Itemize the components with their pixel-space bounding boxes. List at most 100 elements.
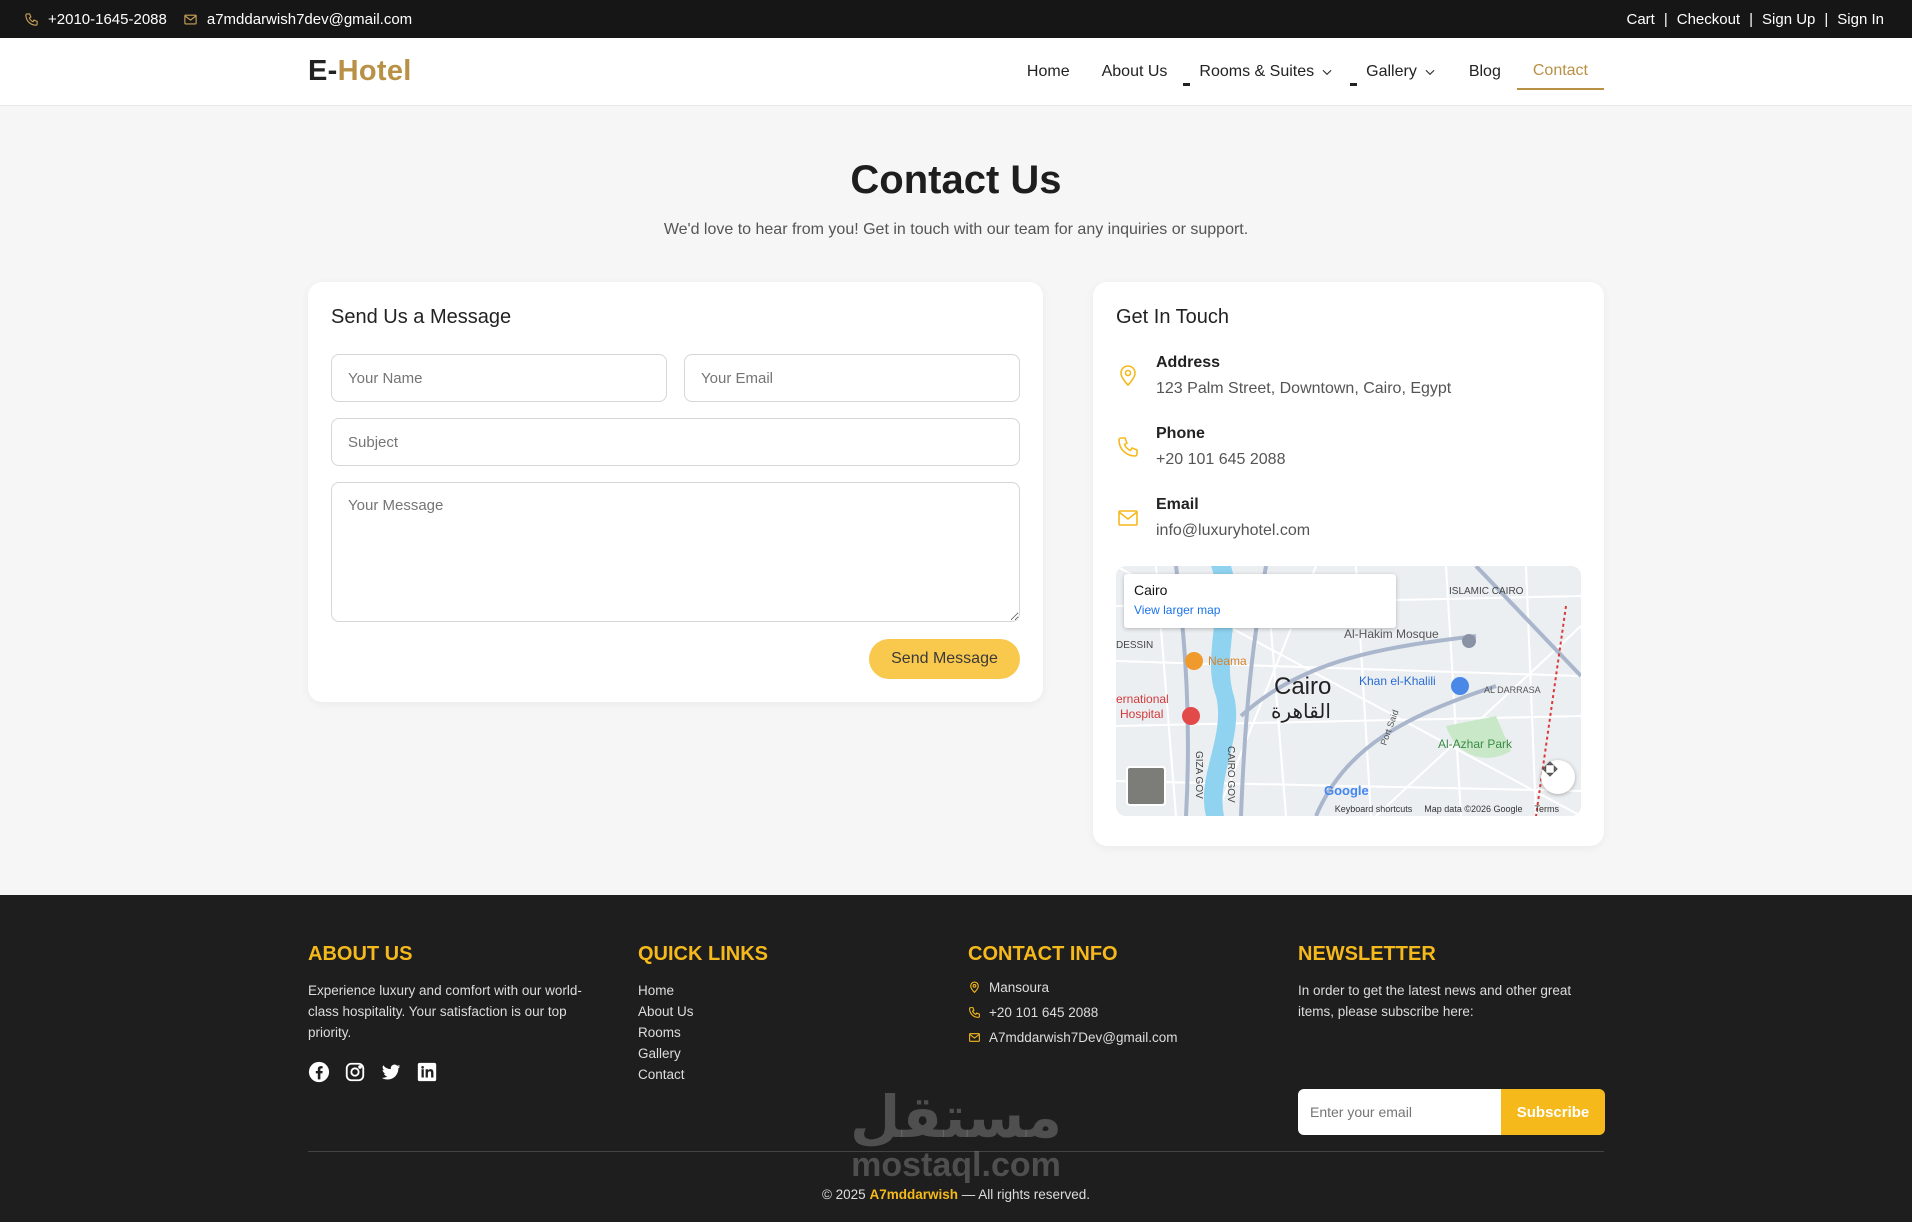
map-place: AL DARRASA <box>1484 685 1541 695</box>
email-label: Email <box>1156 496 1199 513</box>
envelope-icon <box>184 14 197 24</box>
top-bar: +2010-1645-2088 a7mddarwish7dev@gmail.co… <box>0 0 1912 38</box>
footer-newsletter-title: NEWSLETTER <box>1298 943 1436 965</box>
footer-phone-text: +20 101 645 2088 <box>989 1005 1099 1020</box>
phone-icon <box>1118 437 1138 457</box>
map-terms-link[interactable]: Terms <box>1535 804 1560 814</box>
logo-prefix: E- <box>308 55 338 87</box>
nav-contact-label: Contact <box>1532 62 1588 79</box>
nav-gallery[interactable]: Gallery <box>1350 54 1453 90</box>
map-place: Khan el-Khalili <box>1359 674 1436 688</box>
footer-about: ABOUT US Experience luxury and comfort w… <box>308 943 608 1083</box>
sign-in-link[interactable]: Sign In <box>1837 11 1884 28</box>
copyright-suffix: — All rights reserved. <box>961 1187 1091 1202</box>
newsletter-email-input[interactable] <box>1298 1089 1501 1135</box>
email-value: info@luxuryhotel.com <box>1156 522 1311 539</box>
address-label: Address <box>1156 354 1221 371</box>
satellite-toggle[interactable] <box>1126 766 1166 806</box>
separator: | <box>1663 10 1668 28</box>
google-logo: Google <box>1324 783 1369 798</box>
form-title: Send Us a Message <box>331 306 512 328</box>
map-info-popup: Cairo View larger map <box>1124 574 1396 628</box>
view-larger-map-link[interactable]: View larger map <box>1134 603 1386 617</box>
main-navbar: E-Hotel Home About Us Rooms & Suites Gal… <box>0 38 1912 106</box>
map-place: ISLAMIC CAIRO <box>1449 586 1524 597</box>
fullscreen-button[interactable] <box>1541 760 1575 794</box>
copyright-prefix: © 2025 <box>821 1187 866 1202</box>
footer-links-title: QUICK LINKS <box>638 943 768 965</box>
separator: | <box>1749 10 1754 28</box>
linkedin-icon[interactable] <box>416 1061 438 1083</box>
subscribe-button[interactable]: Subscribe <box>1501 1089 1605 1135</box>
facebook-icon[interactable] <box>308 1061 330 1083</box>
footer-contact-title: CONTACT INFO <box>968 943 1118 965</box>
instagram-icon[interactable] <box>344 1061 366 1083</box>
contact-info-card: Get In Touch Address 123 Palm Street, Dow… <box>1093 282 1604 846</box>
checkout-link[interactable]: Checkout <box>1677 11 1740 28</box>
page-title: Contact Us <box>850 158 1062 202</box>
footer-newsletter-text: In order to get the latest news and othe… <box>1298 983 1572 1019</box>
twitter-icon[interactable] <box>380 1061 402 1083</box>
copyright-author[interactable]: A7mddarwish <box>869 1187 958 1202</box>
map-data-text: Map data ©2026 Google <box>1424 804 1523 814</box>
nav-marker <box>1350 83 1358 86</box>
chevron-down-icon <box>1425 69 1435 76</box>
name-input[interactable] <box>331 354 667 402</box>
info-title: Get In Touch <box>1116 306 1230 328</box>
map-place: Al-Hakim Mosque <box>1344 627 1439 641</box>
phone-icon <box>25 12 38 26</box>
phone-label: Phone <box>1156 425 1205 442</box>
nav-home[interactable]: Home <box>1011 54 1086 90</box>
map-place: DESSIN <box>1116 640 1153 651</box>
map-place: ernational <box>1116 692 1169 706</box>
topbar-email: a7mddarwish7dev@gmail.com <box>183 11 412 28</box>
nav-contact[interactable]: Contact <box>1516 54 1604 90</box>
page-subtitle: We'd love to hear from you! Get in touch… <box>663 221 1249 238</box>
location-pin-icon <box>1120 365 1136 387</box>
site-logo[interactable]: E-Hotel <box>308 55 412 88</box>
footer-link-gallery[interactable]: Gallery <box>638 1043 898 1064</box>
footer-location-text: Mansoura <box>989 980 1050 995</box>
keyboard-shortcuts-link[interactable]: Keyboard shortcuts <box>1335 804 1413 814</box>
send-message-button[interactable]: Send Message <box>869 639 1020 679</box>
phone-row: Phone +20 101 645 2088 <box>1116 425 1285 469</box>
map-place: CAIRO GOV <box>1225 746 1236 803</box>
map-attribution: Keyboard shortcuts Map data ©2026 Google… <box>1335 804 1559 814</box>
embedded-map[interactable]: Cairo القاهرة ISLAMIC CAIRO Al-Hakim Mos… <box>1116 566 1581 816</box>
footer-link-home[interactable]: Home <box>638 980 898 1001</box>
envelope-icon <box>1118 510 1138 526</box>
nav-rooms[interactable]: Rooms & Suites <box>1183 54 1350 90</box>
message-textarea[interactable] <box>331 482 1020 622</box>
subject-input[interactable] <box>331 418 1020 466</box>
topbar-email-text: a7mddarwish7dev@gmail.com <box>206 10 413 28</box>
email-input[interactable] <box>684 354 1020 402</box>
footer-email-text: A7mddarwish7Dev@gmail.com <box>989 1030 1178 1045</box>
envelope-icon <box>969 1033 980 1042</box>
nav-about-label: About Us <box>1101 63 1168 80</box>
social-links <box>308 1061 608 1083</box>
phone-icon <box>969 1007 980 1018</box>
nav-blog[interactable]: Blog <box>1453 54 1517 90</box>
map-city-label-arabic: القاهرة <box>1271 699 1331 723</box>
footer-link-contact[interactable]: Contact <box>638 1064 898 1085</box>
footer-link-about[interactable]: About Us <box>638 1001 898 1022</box>
footer-link-rooms[interactable]: Rooms <box>638 1022 898 1043</box>
footer-email: A7mddarwish7Dev@gmail.com <box>968 1030 1258 1045</box>
nav-home-label: Home <box>1026 63 1070 80</box>
cart-link[interactable]: Cart <box>1626 11 1654 28</box>
chevron-down-icon <box>1322 69 1332 76</box>
separator: | <box>1824 10 1829 28</box>
map-place: Neama <box>1208 654 1247 668</box>
footer-about-title: ABOUT US <box>308 943 413 965</box>
topbar-phone: +2010-1645-2088 <box>24 11 167 28</box>
nav-about[interactable]: About Us <box>1086 54 1184 90</box>
location-pin-icon <box>970 981 979 994</box>
nav-gallery-label: Gallery <box>1366 63 1417 80</box>
map-city-label: Cairo <box>1274 673 1331 700</box>
footer-phone: +20 101 645 2088 <box>968 1005 1258 1020</box>
nav-menu: Home About Us Rooms & Suites Gallery Blo… <box>1011 38 1604 106</box>
footer-quick-links: QUICK LINKS Home About Us Rooms Gallery … <box>638 943 898 1085</box>
nav-rooms-label: Rooms & Suites <box>1199 63 1315 80</box>
address-row: Address 123 Palm Street, Downtown, Cairo,… <box>1116 354 1451 398</box>
sign-up-link[interactable]: Sign Up <box>1762 11 1815 28</box>
